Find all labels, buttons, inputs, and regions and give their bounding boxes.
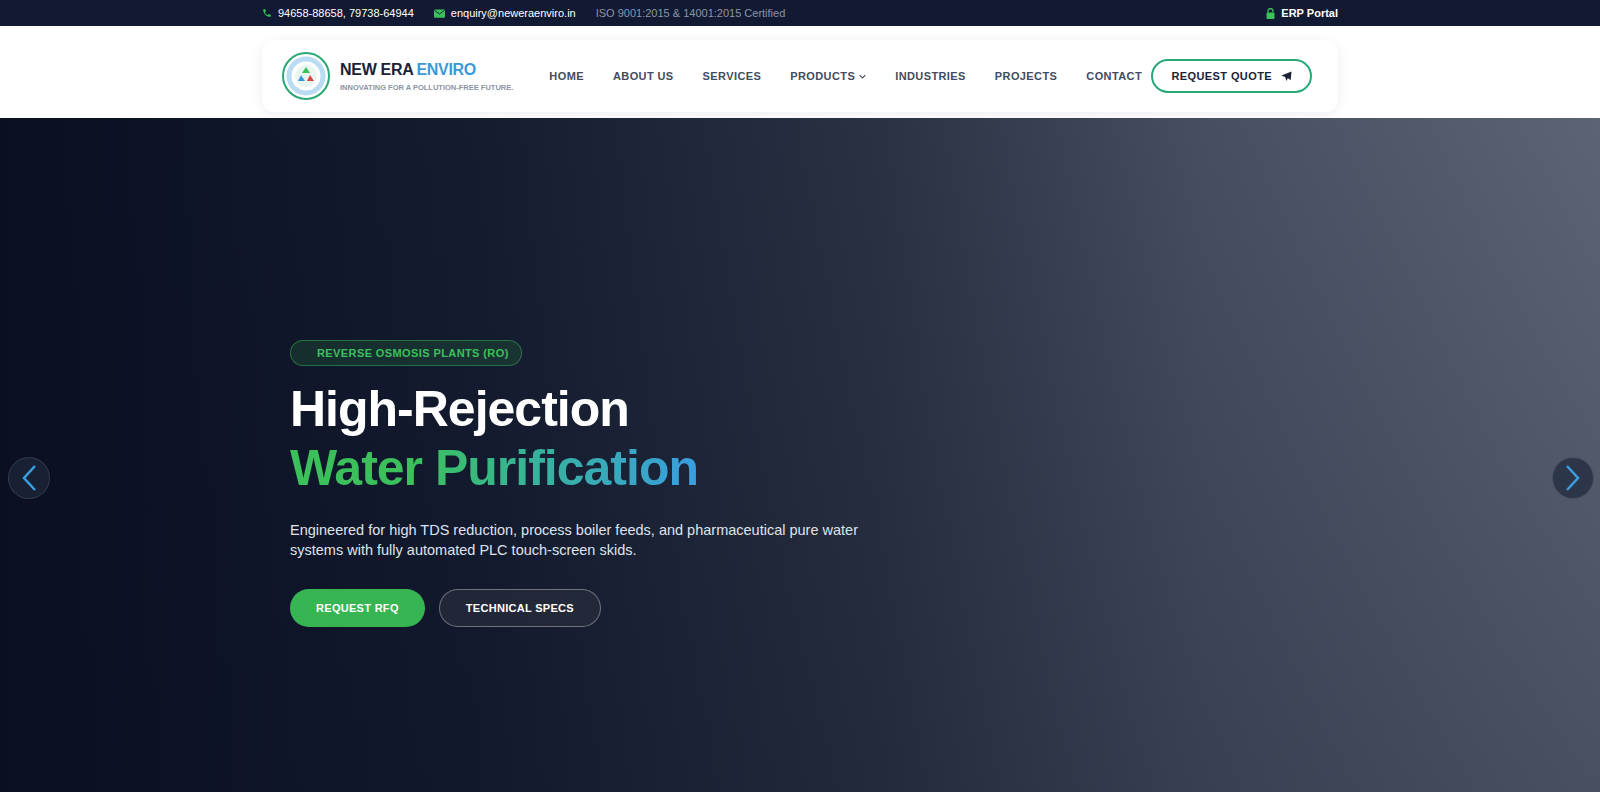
nav-label: PROJECTS	[995, 70, 1058, 82]
hero-buttons: REQUEST RFQ TECHNICAL SPECS	[290, 589, 1310, 627]
email-text: enquiry@neweraenviro.in	[451, 7, 576, 19]
top-bar: 94658-88658, 79738-64944 enquiry@neweraen…	[0, 0, 1600, 26]
header-content: NEW ERAENVIRO INNOVATING FOR A POLLUTION-…	[262, 40, 1338, 112]
site-header: NEW ERAENVIRO INNOVATING FOR A POLLUTION-…	[0, 26, 1600, 118]
phone-contact[interactable]: 94658-88658, 79738-64944	[262, 7, 414, 19]
next-slide-button[interactable]	[1552, 457, 1594, 499]
brand-text: NEW ERAENVIRO INNOVATING FOR A POLLUTION-…	[340, 61, 513, 92]
request-rfq-button[interactable]: REQUEST RFQ	[290, 589, 425, 627]
certification-text: ISO 9001:2015 & 14001:2015 Certified	[596, 7, 786, 19]
nav-label: PRODUCTS	[790, 70, 855, 82]
hero-title: High-RejectionWater Purification	[290, 380, 1310, 498]
email-icon	[434, 9, 445, 18]
brand-logo[interactable]: NEW ERAENVIRO INNOVATING FOR A POLLUTION-…	[282, 52, 513, 100]
nav-item[interactable]: PROJECTS	[995, 70, 1058, 82]
nav-label: INDUSTRIES	[895, 70, 966, 82]
nav-item[interactable]: INDUSTRIES	[895, 70, 966, 82]
brand-name-accent: ENVIRO	[416, 61, 476, 78]
top-bar-content: 94658-88658, 79738-64944 enquiry@neweraen…	[262, 7, 1338, 19]
chevron-left-icon	[21, 464, 37, 492]
hero-photo	[0, 118, 1600, 792]
nav-label: ABOUT US	[613, 70, 674, 82]
nav-label: SERVICES	[703, 70, 762, 82]
nav-item[interactable]: PRODUCTS	[790, 70, 866, 82]
hero-content: REVERSE OSMOSIS PLANTS (RO) High-Rejectio…	[290, 118, 1310, 627]
nav-label: CONTACT	[1086, 70, 1142, 82]
chevron-down-icon	[859, 74, 866, 79]
previous-slide-button[interactable]	[8, 457, 50, 499]
nav-label: HOME	[549, 70, 584, 82]
phone-text: 94658-88658, 79738-64944	[278, 7, 414, 19]
nav-item[interactable]: SERVICES	[703, 70, 762, 82]
brand-name: NEW ERAENVIRO	[340, 61, 513, 79]
erp-portal-link[interactable]: ERP Portal	[1266, 7, 1338, 19]
navigation-card: NEW ERAENVIRO INNOVATING FOR A POLLUTION-…	[262, 40, 1338, 112]
nav-item[interactable]: ABOUT US	[613, 70, 674, 82]
brand-tagline: INNOVATING FOR A POLLUTION-FREE FUTURE.	[340, 83, 513, 92]
hero-slider: REVERSE OSMOSIS PLANTS (RO) High-Rejectio…	[0, 118, 1600, 792]
logo-icon	[282, 52, 330, 100]
email-contact[interactable]: enquiry@neweraenviro.in	[434, 7, 576, 19]
lock-icon	[1266, 8, 1275, 19]
main-nav: HOME ABOUT US SERVICES PRODUCTS INDUSTRIES PR…	[549, 70, 1142, 82]
button-label: REQUEST RFQ	[316, 602, 399, 614]
erp-portal-text: ERP Portal	[1281, 7, 1338, 19]
paper-plane-icon	[1281, 71, 1292, 82]
button-label: TECHNICAL SPECS	[466, 602, 574, 614]
technical-specs-button[interactable]: TECHNICAL SPECS	[439, 589, 601, 627]
phone-icon	[262, 8, 272, 18]
hero-title-line: High-Rejection	[290, 380, 1310, 439]
chevron-right-icon	[1565, 464, 1581, 492]
request-quote-button[interactable]: REQUEST QUOTE	[1151, 59, 1312, 93]
brand-name-main: NEW ERA	[340, 61, 413, 78]
nav-item[interactable]: CONTACT	[1086, 70, 1142, 82]
hero-description: Engineered for high TDS reduction, proce…	[290, 520, 875, 561]
request-quote-label: REQUEST QUOTE	[1171, 70, 1272, 82]
nav-item[interactable]: HOME	[549, 70, 584, 82]
hero-title-highlight: Water Purification	[290, 439, 698, 498]
category-badge: REVERSE OSMOSIS PLANTS (RO)	[290, 340, 522, 366]
